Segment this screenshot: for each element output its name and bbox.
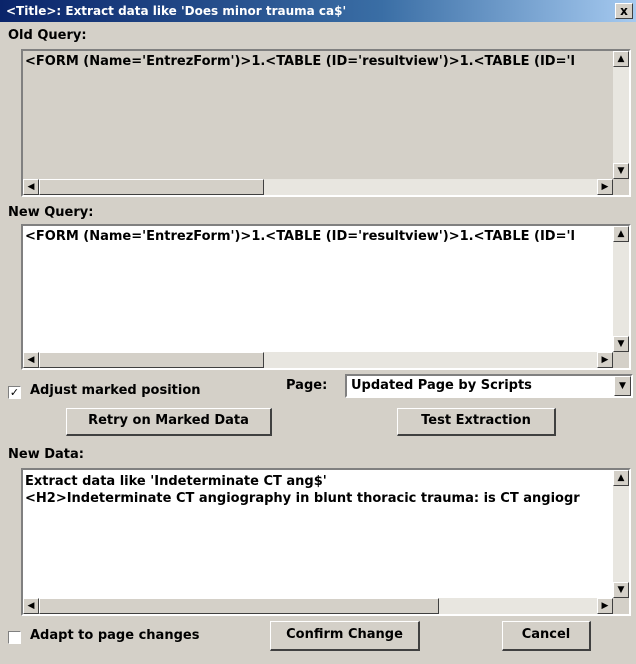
old-query-hscroll[interactable]: ◀ ▶ <box>23 179 613 195</box>
new-data-field[interactable]: Extract data like 'Indeterminate CT ang$… <box>21 468 631 616</box>
new-query-text: <FORM (Name='EntrezForm')>1.<TABLE (ID='… <box>25 229 575 244</box>
page-select-value: Updated Page by Scripts <box>351 378 532 393</box>
retry-button[interactable]: Retry on Marked Data <box>66 408 272 436</box>
adjust-checkbox[interactable]: ✓ <box>8 386 21 399</box>
new-query-field[interactable]: <FORM (Name='EntrezForm')>1.<TABLE (ID='… <box>21 224 631 370</box>
scroll-right-icon[interactable]: ▶ <box>597 179 613 195</box>
new-data-vscroll[interactable]: ▲ ▼ <box>613 470 629 598</box>
scroll-up-icon[interactable]: ▲ <box>613 226 629 242</box>
confirm-change-button[interactable]: Confirm Change <box>270 621 420 651</box>
adapt-label: Adapt to page changes <box>30 628 200 643</box>
scroll-down-icon[interactable]: ▼ <box>613 163 629 179</box>
new-data-label: New Data: <box>8 447 84 462</box>
new-data-line-1: Extract data like 'Indeterminate CT ang$… <box>25 474 327 489</box>
scroll-corner <box>613 179 629 195</box>
new-data-hscroll[interactable]: ◀ ▶ <box>23 598 613 614</box>
old-query-field[interactable]: <FORM (Name='EntrezForm')>1.<TABLE (ID='… <box>21 49 631 197</box>
scroll-left-icon[interactable]: ◀ <box>23 352 39 368</box>
close-icon: x <box>620 4 628 18</box>
scroll-thumb[interactable] <box>39 598 439 614</box>
scroll-down-icon[interactable]: ▼ <box>613 336 629 352</box>
scroll-thumb[interactable] <box>39 352 264 368</box>
test-extraction-button[interactable]: Test Extraction <box>397 408 556 436</box>
scroll-right-icon[interactable]: ▶ <box>597 352 613 368</box>
old-query-vscroll[interactable]: ▲ ▼ <box>613 51 629 179</box>
adjust-label: Adjust marked position <box>30 383 201 398</box>
adapt-checkbox[interactable] <box>8 631 21 644</box>
new-query-vscroll[interactable]: ▲ ▼ <box>613 226 629 352</box>
scroll-down-icon[interactable]: ▼ <box>613 582 629 598</box>
scroll-corner <box>613 352 629 368</box>
scroll-thumb[interactable] <box>39 179 264 195</box>
scroll-corner <box>613 598 629 614</box>
new-query-label: New Query: <box>8 205 94 220</box>
scroll-right-icon[interactable]: ▶ <box>597 598 613 614</box>
window-title: <Title>: Extract data like 'Does minor t… <box>6 4 347 18</box>
cancel-button[interactable]: Cancel <box>502 621 591 651</box>
page-select[interactable]: Updated Page by Scripts ▼ <box>345 374 633 398</box>
scroll-up-icon[interactable]: ▲ <box>613 51 629 67</box>
page-label: Page: <box>286 378 328 393</box>
old-query-text: <FORM (Name='EntrezForm')>1.<TABLE (ID='… <box>25 54 575 69</box>
scroll-left-icon[interactable]: ◀ <box>23 598 39 614</box>
new-data-line-2: <H2>Indeterminate CT angiography in blun… <box>25 491 580 506</box>
scroll-up-icon[interactable]: ▲ <box>613 470 629 486</box>
scroll-left-icon[interactable]: ◀ <box>23 179 39 195</box>
chevron-down-icon[interactable]: ▼ <box>614 376 631 396</box>
new-query-hscroll[interactable]: ◀ ▶ <box>23 352 613 368</box>
title-bar: <Title>: Extract data like 'Does minor t… <box>0 0 636 22</box>
old-query-label: Old Query: <box>8 28 87 43</box>
close-button[interactable]: x <box>615 3 633 19</box>
